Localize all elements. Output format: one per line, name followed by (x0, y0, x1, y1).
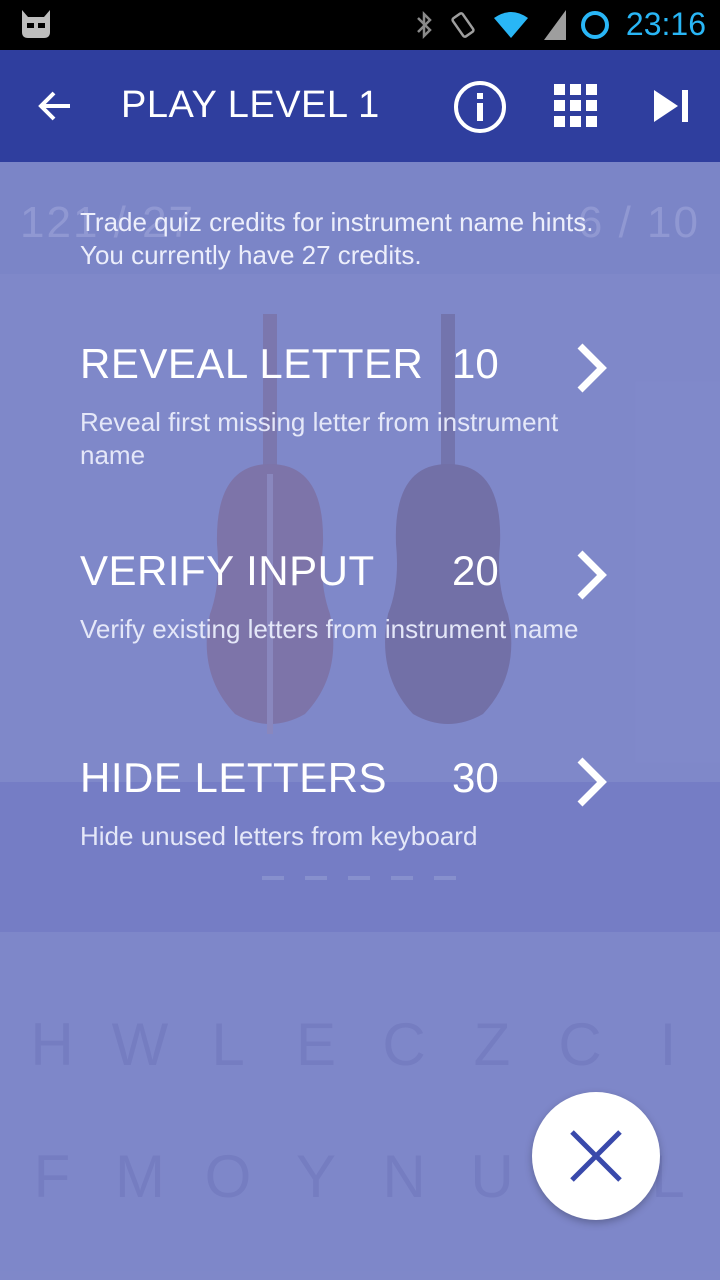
wifi-icon (494, 12, 528, 38)
option-name: VERIFY INPUT (80, 547, 375, 594)
system-icons (414, 8, 610, 42)
option-description: Hide unused letters from keyboard (80, 821, 478, 851)
skip-next-icon[interactable] (652, 88, 692, 124)
hint-intro-text: Trade quiz credits for instrument name h… (80, 207, 594, 270)
app-bar: PLAY LEVEL 1 (0, 50, 720, 162)
grid-icon[interactable] (554, 84, 598, 128)
status-time: 23:16 (625, 6, 706, 42)
option-cost: 20 (452, 547, 499, 594)
bluetooth-icon (417, 10, 432, 40)
signal-icon (544, 10, 566, 40)
page-title: PLAY LEVEL 1 (121, 84, 380, 126)
back-arrow-icon[interactable] (34, 84, 78, 128)
close-icon (570, 1130, 622, 1182)
option-cost: 30 (452, 754, 499, 801)
option-description: Reveal first missing letter from instrum… (80, 407, 559, 470)
rotate-icon (451, 12, 475, 38)
chevron-right-icon[interactable] (574, 342, 608, 394)
info-icon[interactable] (452, 79, 508, 135)
chevron-right-icon[interactable] (574, 549, 608, 601)
cyanogen-mascot-icon (22, 10, 50, 38)
option-name: HIDE LETTERS (80, 754, 388, 801)
status-bar: 23:16 (0, 0, 720, 50)
circle-icon (581, 11, 609, 39)
chevron-right-icon[interactable] (574, 756, 608, 808)
option-cost: 10 (452, 340, 499, 387)
option-name: REVEAL LETTER (80, 340, 424, 387)
close-button[interactable] (532, 1092, 660, 1220)
option-description: Verify existing letters from instrument … (80, 614, 579, 644)
